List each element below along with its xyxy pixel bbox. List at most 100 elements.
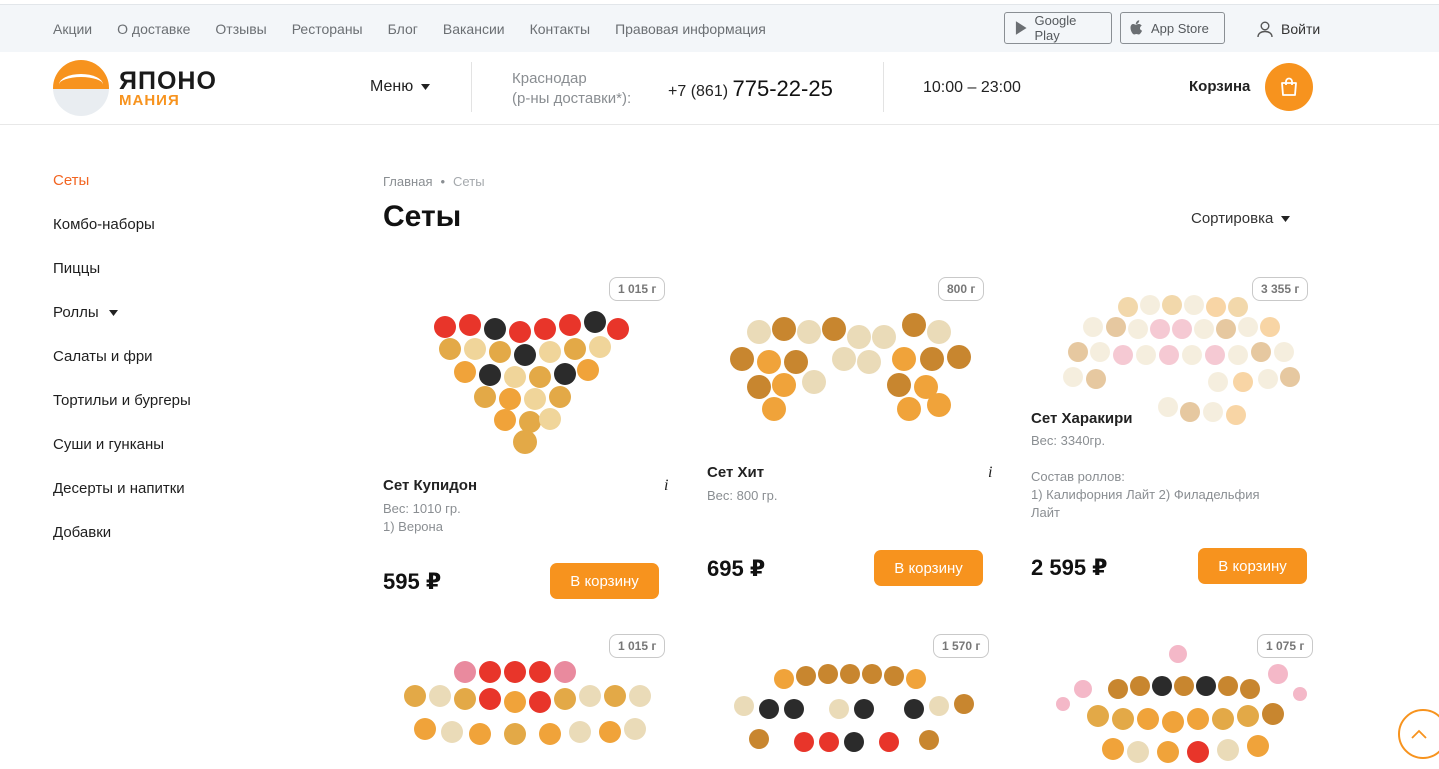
shopping-bag-icon [1281,77,1297,96]
sidebar-item-salads[interactable]: Салаты и фри [53,348,191,392]
sidebar-item-combo[interactable]: Комбо-наборы [53,216,191,260]
login-link[interactable]: Войти [1257,5,1320,53]
sort-dropdown[interactable]: Сортировка [1191,210,1291,227]
sidebar-item-rolls[interactable]: Роллы [53,304,191,348]
breadcrumb: Главная • Сеты [383,174,485,189]
info-icon[interactable]: i [988,464,992,482]
delivery-areas-label: (р-ны доставки*): [512,90,632,107]
product-price: 595 ₽ [383,569,442,594]
sidebar-item-tortillas[interactable]: Тортильи и бургеры [53,392,191,436]
top-bar: Акции О доставке Отзывы Рестораны Блог В… [0,4,1439,52]
sushi-rolls-set [734,664,974,752]
product-composition-cont: Лайт [1031,505,1060,520]
logo-line2: МАНИЯ [119,91,180,109]
weight-badge: 1 570 г [933,634,990,658]
chevron-up-icon [1411,729,1427,739]
add-to-cart-button[interactable]: В корзину [550,563,659,599]
sushi-rolls-set [730,313,971,421]
cart-label[interactable]: Корзина [1189,78,1250,95]
scroll-to-top-button[interactable] [1398,709,1439,759]
sidebar-item-label: Тортильи и бургеры [53,392,191,409]
sushi-rolls-heart [434,311,629,454]
logo-mark-icon [53,60,109,116]
logo-line1: ЯПОНО [119,66,217,95]
top-nav-blog[interactable]: Блог [388,21,418,37]
google-play-label: Google Play [1034,13,1077,43]
top-nav-legal[interactable]: Правовая информация [615,21,766,37]
sidebar-item-label: Салаты и фри [53,348,153,365]
top-nav-reviews[interactable]: Отзывы [215,21,266,37]
weight-badge: 1 015 г [609,277,666,301]
logo[interactable]: ЯПОНО МАНИЯ [53,60,217,116]
product-composition-title: Состав роллов: [1031,469,1125,484]
top-nav: Акции О доставке Отзывы Рестораны Блог В… [53,5,766,53]
phone-prefix: +7 (861) [668,83,729,100]
sidebar-item-label: Роллы [53,304,99,321]
caret-down-icon[interactable] [108,310,118,316]
weight-badge: 1 015 г [609,634,666,658]
product-name[interactable]: Сет Хит [707,464,764,481]
product-weight-text: Вес: 800 гр. [707,488,778,503]
caret-down-icon [421,84,431,90]
sushi-rolls-set [404,661,651,745]
page-title: Сеты [383,200,462,233]
logo-text: ЯПОНО МАНИЯ [119,66,217,109]
phone-number: 775-22-25 [732,76,833,101]
menu-label: Меню [370,78,414,95]
weight-badge: 3 355 г [1252,277,1309,301]
site-header: ЯПОНО МАНИЯ Меню Краснодар (р-ны доставк… [0,52,1439,125]
apple-icon [1130,20,1143,35]
menu-dropdown[interactable]: Меню [370,78,431,96]
sidebar-item-sets[interactable]: Сеты [53,172,191,216]
working-hours: 10:00 – 23:00 [923,79,1021,96]
add-to-cart-button[interactable]: В корзину [1198,548,1307,584]
product-weight-text: Вес: 3340гр. [1031,433,1106,448]
breadcrumb-separator: • [440,174,446,189]
info-icon[interactable]: i [664,477,668,495]
top-nav-vacancies[interactable]: Вакансии [443,21,505,37]
sort-label: Сортировка [1191,210,1274,227]
sidebar-item-extras[interactable]: Добавки [53,524,191,568]
product-price: 695 ₽ [707,556,766,581]
user-icon [1257,21,1273,37]
sidebar-item-sushi[interactable]: Суши и гунканы [53,436,191,480]
category-sidebar: Сеты Комбо-наборы Пиццы Роллы Салаты и ф… [53,172,191,568]
top-nav-restaurants[interactable]: Рестораны [292,21,363,37]
header-divider [883,62,884,112]
product-name[interactable]: Сет Купидон [383,477,477,494]
city-name: Краснодар [512,70,587,87]
sidebar-item-label: Сеты [53,172,90,189]
phone-link[interactable]: +7 (861) 775-22-25 [668,76,833,102]
app-store-button[interactable]: App Store [1120,12,1225,44]
add-to-cart-button[interactable]: В корзину [874,550,983,586]
product-weight-text: Вес: 1010 гр. [383,501,461,516]
sidebar-item-pizza[interactable]: Пиццы [53,260,191,304]
sidebar-item-label: Комбо-наборы [53,216,155,233]
product-image[interactable] [714,277,993,457]
cart-button[interactable] [1265,63,1313,111]
product-image[interactable] [390,277,669,477]
sidebar-item-desserts[interactable]: Десерты и напитки [53,480,191,524]
weight-badge: 800 г [938,277,985,301]
sidebar-item-label: Суши и гунканы [53,436,165,453]
google-play-button[interactable]: Google Play [1004,12,1112,44]
product-composition: 1) Калифорния Лайт 2) Филадельфия [1031,487,1260,502]
top-nav-delivery[interactable]: О доставке [117,21,190,37]
top-nav-contacts[interactable]: Контакты [530,21,590,37]
breadcrumb-home[interactable]: Главная [383,174,432,189]
sidebar-item-label: Добавки [53,524,112,541]
product-composition: 1) Верона [383,519,443,534]
product-price: 2 595 ₽ [1031,555,1108,580]
login-label: Войти [1281,21,1321,37]
weight-badge: 1 075 г [1257,634,1314,658]
header-divider [471,62,472,112]
sushi-rolls-large-set [1063,295,1300,425]
city-selector[interactable]: Краснодар (р-ны доставки*): [512,69,631,109]
app-store-label: App Store [1151,20,1209,36]
sidebar-item-label: Пиццы [53,260,101,277]
sushi-rolls-set [1087,676,1284,763]
product-name[interactable]: Сет Харакири [1031,410,1132,427]
caret-down-icon [1281,215,1291,222]
top-nav-promotions[interactable]: Акции [53,21,92,37]
google-play-icon [1015,21,1027,35]
